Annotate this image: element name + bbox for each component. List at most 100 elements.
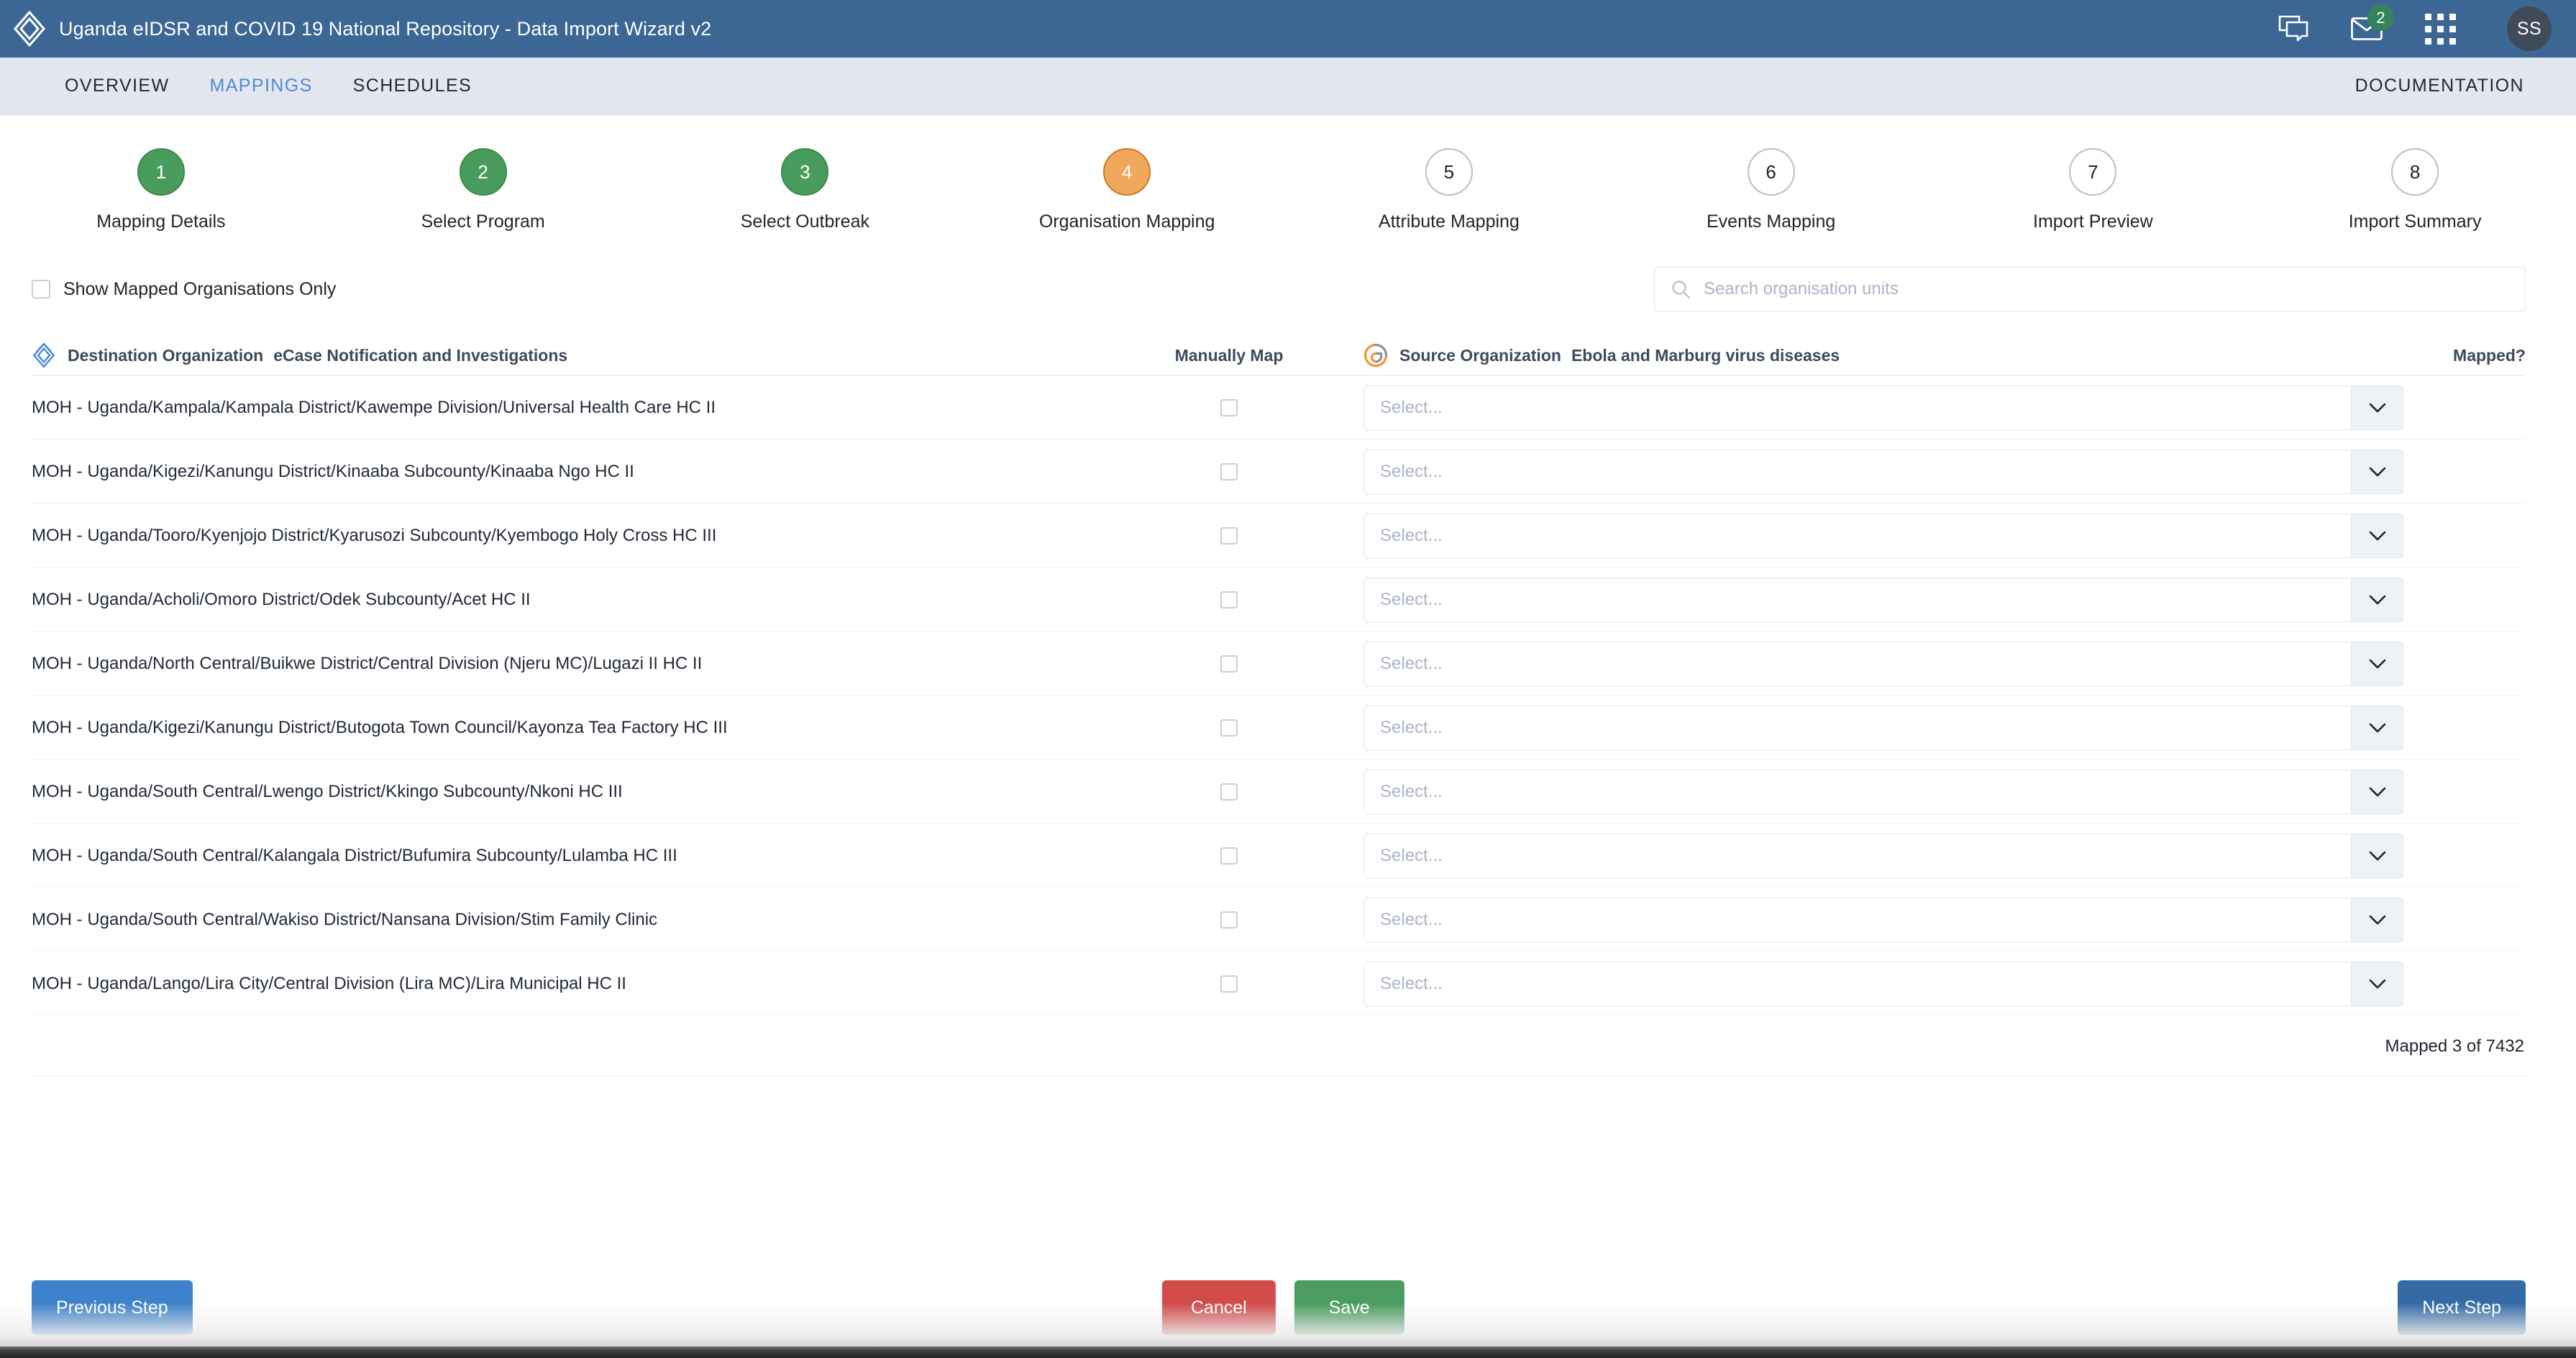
step-events-mapping[interactable]: 6 Events Mapping: [1610, 148, 1932, 232]
destination-org-path: MOH - Uganda/Acholi/Omoro District/Odek …: [32, 590, 531, 609]
manually-map-checkbox[interactable]: [1220, 783, 1238, 801]
manually-map-cell[interactable]: [1110, 847, 1348, 865]
step-label-7: Import Preview: [2033, 211, 2153, 232]
step-label-6: Events Mapping: [1706, 211, 1836, 232]
chevron-down-icon[interactable]: [2351, 834, 2403, 878]
apps-grid-icon[interactable]: [2424, 12, 2457, 45]
source-org-cell: Select...: [1348, 450, 2403, 494]
destination-org-path: MOH - Uganda/South Central/Kalangala Dis…: [32, 846, 677, 865]
manually-map-checkbox[interactable]: [1220, 655, 1238, 673]
manually-map-cell[interactable]: [1110, 655, 1348, 673]
source-org-select[interactable]: Select...: [1364, 962, 2403, 1006]
header-icon-group: 2 SS: [2277, 4, 2552, 51]
step-label-4: Organisation Mapping: [1038, 211, 1215, 232]
source-org-select-value: Select...: [1380, 526, 1443, 545]
destination-column-header: Destination Organization eCase Notificati…: [32, 342, 1110, 368]
dhis2-diamond-logo[interactable]: [0, 0, 59, 58]
table-footer-divider: [32, 1076, 2526, 1077]
step-label-1: Mapping Details: [96, 211, 226, 232]
chevron-down-icon[interactable]: [2351, 898, 2403, 942]
manually-map-checkbox[interactable]: [1220, 463, 1238, 480]
chevron-down-icon[interactable]: [2351, 386, 2403, 429]
chevron-down-icon[interactable]: [2351, 642, 2403, 685]
tab-schedules[interactable]: SCHEDULES: [333, 76, 492, 96]
step-select-outbreak[interactable]: 3 Select Outbreak: [644, 148, 967, 232]
source-org-select-value: Select...: [1380, 462, 1443, 481]
manually-map-cell[interactable]: [1110, 591, 1348, 609]
source-org-select[interactable]: Select...: [1364, 834, 2403, 878]
step-import-preview[interactable]: 7 Import Preview: [1932, 148, 2255, 232]
manually-map-cell[interactable]: [1110, 783, 1348, 801]
godata-g-icon: [1364, 343, 1388, 368]
manually-map-checkbox[interactable]: [1220, 591, 1238, 609]
step-number-3: 3: [781, 148, 829, 196]
source-org-select-value: Select...: [1380, 398, 1443, 417]
source-program: Ebola and Marburg virus diseases: [1571, 345, 1840, 365]
step-number-8: 8: [2391, 148, 2439, 196]
step-label-8: Import Summary: [2348, 211, 2482, 232]
step-attribute-mapping[interactable]: 5 Attribute Mapping: [1288, 148, 1610, 232]
step-organisation-mapping[interactable]: 4 Organisation Mapping: [966, 148, 1288, 232]
destination-column-label: Destination Organization eCase Notificati…: [68, 346, 567, 365]
search-organisation-units-box[interactable]: [1654, 267, 2526, 311]
source-org-cell: Select...: [1348, 898, 2403, 942]
chevron-down-icon[interactable]: [2351, 770, 2403, 814]
show-mapped-organisations-toggle[interactable]: Show Mapped Organisations Only: [32, 279, 336, 300]
mail-icon[interactable]: 2: [2350, 4, 2394, 45]
manually-map-checkbox[interactable]: [1220, 911, 1238, 929]
step-label-5: Attribute Mapping: [1378, 211, 1520, 232]
destination-org-path: MOH - Uganda/South Central/Lwengo Distri…: [32, 782, 623, 801]
filter-row: Show Mapped Organisations Only: [0, 232, 2576, 311]
step-select-program[interactable]: 2 Select Program: [322, 148, 644, 232]
source-org-cell: Select...: [1348, 642, 2403, 686]
source-org-select[interactable]: Select...: [1364, 642, 2403, 686]
manually-map-checkbox[interactable]: [1220, 975, 1238, 993]
manually-map-cell[interactable]: [1110, 527, 1348, 544]
manually-map-checkbox[interactable]: [1220, 527, 1238, 544]
chevron-down-icon[interactable]: [2351, 514, 2403, 557]
manually-map-checkbox[interactable]: [1220, 399, 1238, 416]
step-import-summary[interactable]: 8 Import Summary: [2254, 148, 2576, 232]
organisation-mapping-table: Destination Organization eCase Notificati…: [0, 336, 2576, 1077]
search-input[interactable]: [1704, 279, 2509, 299]
table-row: MOH - Uganda/South Central/Lwengo Distri…: [32, 760, 2526, 824]
source-org-select[interactable]: Select...: [1364, 450, 2403, 494]
chevron-down-icon[interactable]: [2351, 450, 2403, 493]
step-label-3: Select Outbreak: [740, 211, 869, 232]
step-mapping-details[interactable]: 1 Mapping Details: [0, 148, 322, 232]
table-row: MOH - Uganda/Acholi/Omoro District/Odek …: [32, 568, 2526, 632]
step-number-4: 4: [1103, 148, 1151, 196]
source-org-select[interactable]: Select...: [1364, 706, 2403, 750]
manually-map-cell[interactable]: [1110, 911, 1348, 929]
destination-org-path: MOH - Uganda/Tooro/Kyenjojo District/Kya…: [32, 526, 717, 545]
show-mapped-checkbox[interactable]: [32, 280, 50, 299]
manually-map-cell[interactable]: [1110, 719, 1348, 737]
table-row: MOH - Uganda/Lango/Lira City/Central Div…: [32, 952, 2526, 1016]
manually-map-checkbox[interactable]: [1220, 719, 1238, 737]
step-number-1: 1: [137, 148, 185, 196]
source-org-select-value: Select...: [1380, 974, 1443, 993]
chevron-down-icon[interactable]: [2351, 962, 2403, 1006]
source-org-select[interactable]: Select...: [1364, 898, 2403, 942]
manually-map-cell[interactable]: [1110, 975, 1348, 993]
tab-overview[interactable]: OVERVIEW: [45, 76, 190, 96]
chevron-down-icon[interactable]: [2351, 578, 2403, 621]
step-number-5: 5: [1425, 148, 1473, 196]
source-column-label: Source Organization Ebola and Marburg vir…: [1399, 346, 1840, 365]
tab-mappings[interactable]: MAPPINGS: [190, 76, 333, 96]
source-org-select[interactable]: Select...: [1364, 770, 2403, 814]
source-org-select[interactable]: Select...: [1364, 514, 2403, 558]
table-row: MOH - Uganda/North Central/Buikwe Distri…: [32, 632, 2526, 696]
manually-map-cell[interactable]: [1110, 399, 1348, 416]
messages-icon[interactable]: [2277, 12, 2310, 45]
documentation-link[interactable]: DOCUMENTATION: [2335, 76, 2544, 96]
avatar[interactable]: SS: [2507, 6, 2552, 51]
manually-map-checkbox[interactable]: [1220, 847, 1238, 865]
mail-unread-badge: 2: [2367, 4, 2394, 31]
manually-map-cell[interactable]: [1110, 463, 1348, 480]
chevron-down-icon[interactable]: [2351, 706, 2403, 749]
header-bar: Uganda eIDSR and COVID 19 National Repos…: [0, 0, 2576, 58]
source-org-select[interactable]: Select...: [1364, 386, 2403, 430]
step-number-2: 2: [459, 148, 507, 196]
source-org-select[interactable]: Select...: [1364, 578, 2403, 622]
